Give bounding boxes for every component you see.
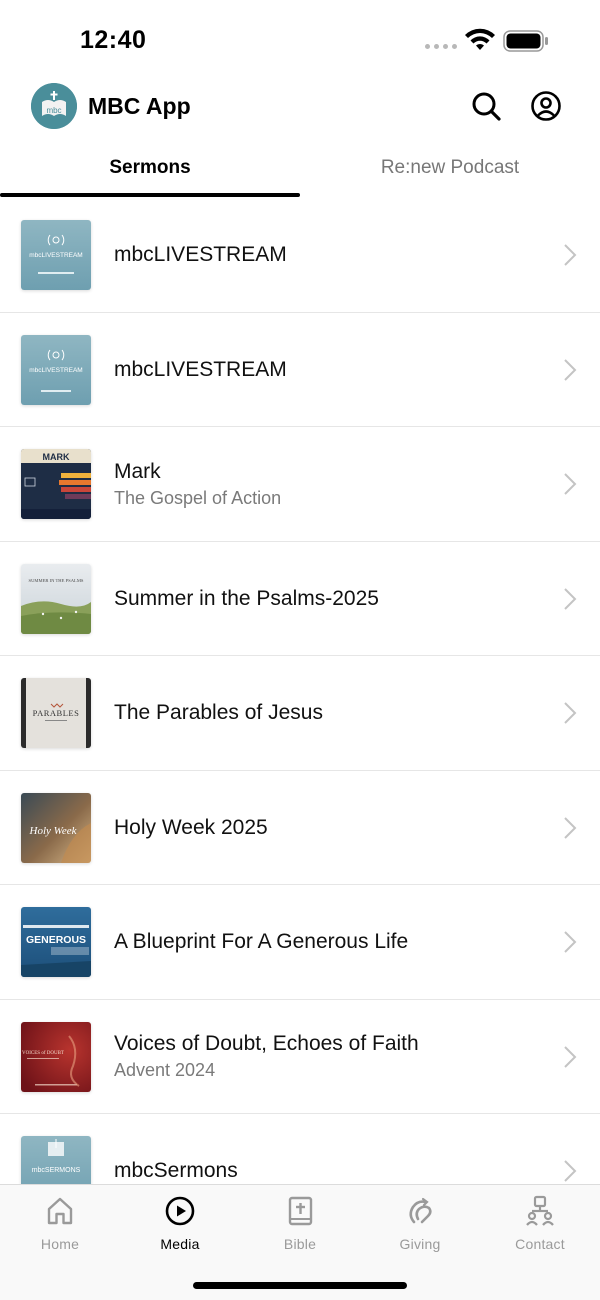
tab-bar-bible[interactable]: Bible xyxy=(240,1195,360,1259)
list-item[interactable]: Holy Week Holy Week 2025 xyxy=(0,771,600,885)
wifi-icon xyxy=(465,28,495,50)
list-item[interactable]: VOICES of DOUBT Voices of Doubt, Echoes … xyxy=(0,1000,600,1114)
series-thumbnail: Holy Week xyxy=(21,792,91,863)
home-icon xyxy=(47,1197,73,1225)
status-bar: 12:40 xyxy=(0,0,600,80)
sermon-series-list: mbcLIVESTREAM mbcLIVESTREAM mbcLIVESTREA… xyxy=(0,198,600,1184)
series-subtitle: Advent 2024 xyxy=(114,1060,216,1080)
chevron-right-icon xyxy=(564,1045,577,1068)
series-thumbnail: MARK xyxy=(21,449,91,519)
app-header: mbc MBC App xyxy=(0,80,600,136)
thumbnail-text: mbcLIVESTREAM xyxy=(29,367,82,374)
series-title: mbcLIVESTREAM xyxy=(114,357,287,381)
chevron-right-icon xyxy=(564,702,577,724)
contact-icon xyxy=(526,1195,554,1226)
home-indicator xyxy=(193,1282,407,1289)
chevron-right-icon xyxy=(564,473,577,495)
tab-bar-label: Contact xyxy=(515,1236,565,1252)
status-time: 12:40 xyxy=(80,26,147,54)
list-item[interactable]: mbcLIVESTREAM mbcLIVESTREAM xyxy=(0,198,600,313)
content-tabs: Sermons Re:new Podcast xyxy=(0,145,600,199)
bible-icon xyxy=(288,1196,313,1226)
thumbnail-text: mbcLIVESTREAM xyxy=(29,252,82,259)
chevron-right-icon xyxy=(564,358,577,381)
thumbnail-text: PARABLES xyxy=(33,708,80,718)
series-title: Holy Week 2025 xyxy=(114,815,268,839)
play-circle-icon xyxy=(165,1196,195,1226)
series-thumbnail: GENEROUS xyxy=(21,907,91,977)
series-title: Summer in the Psalms-2025 xyxy=(114,586,379,610)
signal-icon xyxy=(425,44,457,49)
giving-icon xyxy=(409,1197,432,1224)
series-thumbnail: mbcSERMONS xyxy=(21,1136,91,1184)
series-thumbnail: PARABLES xyxy=(21,678,91,748)
tab-bar-media[interactable]: Media xyxy=(120,1195,240,1259)
list-item[interactable]: mbcSERMONS mbcSermons xyxy=(0,1114,600,1184)
series-title: mbcSermons xyxy=(114,1159,238,1182)
series-thumbnail: VOICES of DOUBT xyxy=(21,1021,91,1092)
series-title: Mark xyxy=(114,459,161,483)
series-title: Voices of Doubt, Echoes of Faith xyxy=(114,1032,419,1055)
series-thumbnail: mbcLIVESTREAM xyxy=(21,220,91,290)
app-logo-text: mbc xyxy=(46,106,61,115)
thumbnail-text: VOICES of DOUBT xyxy=(22,1051,64,1056)
thumbnail-text: Holy Week xyxy=(29,825,78,837)
list-item[interactable]: SUMMER IN THE PSALMS Summer in the Psalm… xyxy=(0,542,600,656)
tab-bar-label: Media xyxy=(160,1236,200,1252)
tab-bar-label: Giving xyxy=(399,1236,441,1252)
tab-bar-label: Bible xyxy=(283,1236,317,1252)
list-item[interactable]: MARK Mark The Gospel of Action xyxy=(0,427,600,542)
app-title: MBC App xyxy=(88,93,191,119)
tab-renew-podcast[interactable]: Re:new Podcast xyxy=(300,145,600,199)
tab-bar-contact[interactable]: Contact xyxy=(480,1195,600,1259)
list-item[interactable]: mbcLIVESTREAM mbcLIVESTREAM xyxy=(0,313,600,427)
series-thumbnail: mbcLIVESTREAM xyxy=(21,334,91,405)
series-subtitle: The Gospel of Action xyxy=(114,487,282,508)
tab-bar-label: Home xyxy=(40,1236,80,1252)
list-item[interactable]: GENEROUS A Blueprint For A Generous Life xyxy=(0,885,600,1000)
series-title: The Parables of Jesus xyxy=(114,701,323,724)
series-title: A Blueprint For A Generous Life xyxy=(114,930,409,953)
list-item[interactable]: PARABLES The Parables of Jesus xyxy=(0,656,600,771)
chevron-right-icon xyxy=(564,587,577,610)
thumbnail-text: GENEROUS xyxy=(26,934,86,946)
thumbnail-text: MARK xyxy=(43,452,70,462)
tab-bar-home[interactable]: Home xyxy=(0,1195,120,1259)
bottom-tab-bar: Home Media Bible Giving Contact xyxy=(0,1184,600,1300)
chevron-right-icon xyxy=(564,244,577,266)
chevron-right-icon xyxy=(564,931,577,953)
battery-icon xyxy=(503,30,548,52)
profile-icon[interactable] xyxy=(530,90,562,122)
tab-active-indicator xyxy=(0,193,300,197)
tab-sermons[interactable]: Sermons xyxy=(0,145,300,199)
series-thumbnail: SUMMER IN THE PSALMS xyxy=(21,563,91,634)
thumbnail-text: mbcSERMONS xyxy=(32,1167,81,1174)
chevron-right-icon xyxy=(564,1160,577,1182)
thumbnail-text: SUMMER IN THE PSALMS xyxy=(29,578,84,583)
chevron-right-icon xyxy=(564,816,577,839)
tab-bar-giving[interactable]: Giving xyxy=(360,1195,480,1259)
search-icon[interactable] xyxy=(470,90,502,122)
app-logo: mbc xyxy=(31,83,77,129)
series-title: mbcLIVESTREAM xyxy=(114,243,287,266)
